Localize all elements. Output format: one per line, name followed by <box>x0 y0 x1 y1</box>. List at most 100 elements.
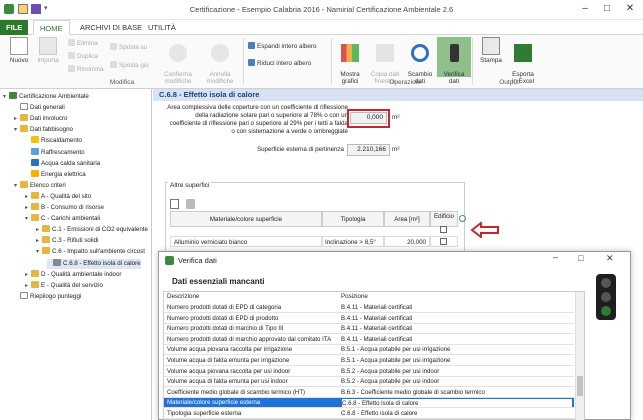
superficie-field[interactable]: 2.210,166 <box>347 144 390 156</box>
ribbon-tabs: FILE HOME ARCHIVI DI BASE UTILITÀ <box>0 20 643 35</box>
ribbon-separator <box>472 38 473 85</box>
tree-item[interactable]: ▾ Certificazione Ambientale <box>3 92 89 102</box>
import-icon <box>39 37 57 55</box>
table-cell[interactable]: Alluminio verniciato bianco <box>170 236 322 247</box>
ribbon-separator <box>243 38 244 85</box>
tree-item-label: Dati fabbisogno <box>30 126 73 134</box>
doc-icon <box>20 103 28 111</box>
importa-button[interactable]: Importa <box>31 37 65 64</box>
tree-item[interactable]: Dati generali <box>14 103 65 113</box>
sposta-su-button[interactable]: Sposta su <box>110 43 147 52</box>
annulla-button[interactable]: Annulla modifiche <box>200 37 240 85</box>
scrollbar[interactable] <box>575 292 584 420</box>
table-cell[interactable]: 20,000 <box>384 236 430 247</box>
table-row[interactable]: Numero prodotti dotati di EPD di prodott… <box>164 314 574 324</box>
tree-item[interactable]: ▸ Dati involucro <box>14 114 68 124</box>
table-row[interactable]: Numero prodotti dotati di marchio approv… <box>164 335 574 345</box>
tree-item[interactable]: Acqua calda sanitaria <box>25 158 100 169</box>
posizione-cell: C.6.8 - Effetto isola di calore <box>341 398 573 408</box>
tree-item-label: Raffrescamento <box>41 148 85 156</box>
tree-item[interactable]: ▸ A - Qualità del sito <box>25 191 92 202</box>
dialog-close-button[interactable]: ✕ <box>606 253 614 264</box>
table-row[interactable]: Materiale/colore superficie esterna C.6.8… <box>164 398 574 409</box>
table-row[interactable]: Numero prodotti dotati di marchio di Tip… <box>164 324 574 335</box>
table-row[interactable]: Coefficiente medio globale di scambio te… <box>164 388 574 398</box>
descrizione-cell: Numero prodotti dotati di marchio approv… <box>167 335 332 343</box>
area-field[interactable]: 0,000 <box>350 112 387 124</box>
edificio-checkbox[interactable] <box>440 238 447 245</box>
riduci-button[interactable]: Riduci intero albero <box>248 59 311 68</box>
table-row[interactable]: Tipologia superficie esterna C.6.8 - Effe… <box>164 409 574 419</box>
ribbon-group-label: Output <box>499 79 519 86</box>
tree-item-label: Riepilogo punteggi <box>30 292 82 300</box>
tree-item[interactable]: ▸ D - Qualità ambientale indoor <box>25 269 121 280</box>
elimina-button[interactable]: Elimina <box>68 39 98 48</box>
conferma-button[interactable]: Conferma modifiche <box>158 37 198 85</box>
tree-item[interactable]: ▸ E - Qualità del servizio <box>25 280 103 291</box>
table-cell[interactable]: Inclinazione > 8,5° <box>322 236 384 247</box>
scambio-dati-button[interactable]: Scambio dati <box>403 37 437 85</box>
tab-home[interactable]: HOME <box>33 20 70 35</box>
scrollbar-thumb[interactable] <box>577 376 583 396</box>
edificio-header-checkbox[interactable] <box>440 226 447 233</box>
table-row[interactable]: Volume acqua piovana raccolta per usi in… <box>164 367 574 377</box>
descrizione-cell: Coefficiente medio globale di scambio te… <box>167 388 306 396</box>
espandi-button[interactable]: Espandi intero albero <box>248 42 317 51</box>
tree-item[interactable]: Riepilogo punteggi <box>14 291 82 302</box>
rename-icon <box>68 65 75 72</box>
tree-item-label: Certificazione Ambientale <box>19 93 89 100</box>
tab-utilita[interactable]: UTILITÀ <box>142 20 182 35</box>
tree-item[interactable]: Riscaldamento <box>25 136 82 146</box>
tree-item[interactable]: ▸ C.3 - Rifiuti solidi <box>36 236 98 246</box>
doc-icon <box>20 291 28 299</box>
verifica-dati-button[interactable]: Verifica dati <box>437 37 471 85</box>
table-row[interactable]: Volume acqua di falda emunta per usi ind… <box>164 377 574 388</box>
tree-item[interactable]: ▾ Dati fabbisogno <box>14 125 73 135</box>
tree-item[interactable]: C.6.8 - Effetto isola di calore <box>47 258 141 269</box>
close-button[interactable]: ✕ <box>620 2 640 16</box>
dialog-minimize-button[interactable]: – <box>553 252 558 262</box>
sposta-giu-button[interactable]: Sposta giù <box>110 61 149 70</box>
rinomina-button[interactable]: Rinomina <box>68 65 104 74</box>
minimize-button[interactable]: – <box>575 2 595 16</box>
folder-icon <box>42 236 50 244</box>
dialog-heading: Dati essenziali mancanti <box>172 277 265 286</box>
table-row[interactable]: Volume acqua di falda emunta per irrigaz… <box>164 356 574 366</box>
info-icon[interactable] <box>459 215 466 222</box>
new-row-icon[interactable] <box>170 199 179 209</box>
table-row[interactable]: Numero prodotti dotati di EPD di categor… <box>164 303 574 313</box>
tab-archivi[interactable]: ARCHIVI DI BASE <box>74 20 148 35</box>
descrizione-cell: Numero prodotti dotati di EPD di categor… <box>167 304 282 311</box>
duplica-button[interactable]: Duplica <box>68 52 98 61</box>
table-row[interactable]: Volume acqua piovana raccolta per irriga… <box>164 345 574 356</box>
tab-file[interactable]: FILE <box>0 20 28 35</box>
esporta-excel-button[interactable]: Esporta in Excel <box>506 37 540 85</box>
bolt-icon <box>31 169 39 177</box>
folder-icon <box>20 125 28 133</box>
tree-item[interactable]: ▾ C.6 - Impatto sull'ambiente circost <box>36 247 145 257</box>
sun-icon <box>31 136 39 144</box>
dialog-maximize-button[interactable]: □ <box>578 253 583 263</box>
mostra-grafici-button[interactable]: Mostra grafici <box>333 37 367 85</box>
excel-icon <box>514 44 532 62</box>
tree-item[interactable]: Raffrescamento <box>25 147 85 158</box>
descrizione-cell: Volume acqua piovana raccolta per usi in… <box>167 367 291 375</box>
tree-item[interactable]: ▾ Elenco criteri <box>14 180 66 191</box>
confirm-icon <box>169 44 187 62</box>
window-title: Certificazione - Esempio Calabria 2016 -… <box>189 5 454 14</box>
refresh-icon <box>411 44 429 62</box>
posizione-cell: B.5.2 - Acqua potabile per usi indoor <box>341 367 440 375</box>
trash-icon[interactable] <box>186 199 195 209</box>
descrizione-cell: Volume acqua piovana raccolta per irriga… <box>167 346 292 354</box>
maximize-button[interactable]: □ <box>597 2 617 16</box>
tree-item[interactable]: Energia elettrica <box>25 169 86 180</box>
tree-item[interactable]: ▸ B - Consumo di risorse <box>25 203 104 213</box>
tree-item-label: A - Qualità del sito <box>41 192 92 200</box>
tree-item[interactable]: ▾ C - Carichi ambientali <box>25 214 100 224</box>
area-unit: m² <box>392 114 400 121</box>
copia-dati-button[interactable]: Copia dati finestra <box>366 37 404 85</box>
tree-item[interactable]: ▸ C.1 - Emissioni di CO2 equivalente <box>36 225 148 235</box>
stampa-button[interactable]: Stampa <box>474 37 508 64</box>
descrizione-cell: Materiale/colore superficie esterna <box>167 399 261 407</box>
posizione-cell: B.4.11 - Materiali certificati <box>341 314 413 322</box>
